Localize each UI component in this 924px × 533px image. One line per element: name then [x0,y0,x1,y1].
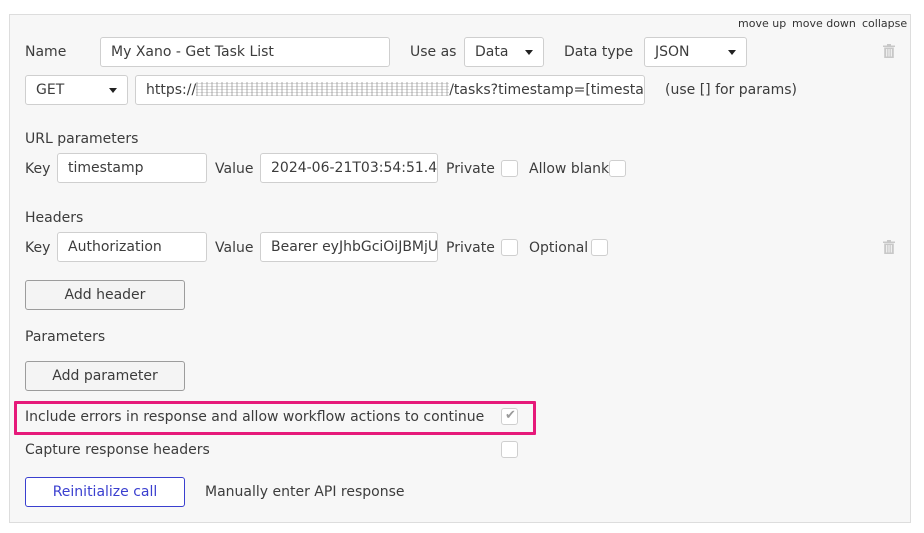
method-select[interactable]: GET [25,75,128,105]
chevron-down-icon [109,88,117,93]
data-type-value: JSON [655,44,690,60]
url-param-private-label: Private [446,161,495,177]
url-prefix: https:// [146,82,197,98]
name-label: Name [25,44,67,60]
header-private-label: Private [446,240,495,256]
url-hint: (use [] for params) [665,82,797,98]
header-value-input[interactable]: Bearer eyJhbGciOiJBMjU2 [260,232,438,262]
allow-blank-checkbox[interactable] [609,160,626,177]
url-param-key-input[interactable]: timestamp [57,153,207,183]
url-parameters-title: URL parameters [25,131,139,147]
use-as-label: Use as [410,44,457,60]
trash-icon[interactable] [883,240,895,254]
chevron-down-icon [525,50,533,55]
add-parameter-button[interactable]: Add parameter [25,361,185,391]
use-as-value: Data [475,44,509,60]
headers-title: Headers [25,210,84,226]
method-value: GET [36,82,65,98]
allow-blank-label: Allow blank [529,161,610,177]
capture-headers-checkbox[interactable] [501,441,518,458]
optional-checkbox[interactable] [591,239,608,256]
manual-response-link[interactable]: Manually enter API response [205,483,404,501]
data-type-label: Data type [564,44,634,60]
use-as-select[interactable]: Data [464,37,544,67]
url-param-value-label: Value [215,161,254,177]
include-errors-label: Include errors in response and allow wor… [25,409,485,425]
include-errors-checkbox[interactable]: ✔ [501,408,518,425]
reinitialize-call-button[interactable]: Reinitialize call [25,477,185,507]
url-suffix: /tasks?timestamp=[timestamp [449,82,645,98]
header-key-label: Key [25,240,51,256]
parameters-title: Parameters [25,329,106,345]
trash-icon[interactable] [883,44,895,58]
add-header-button[interactable]: Add header [25,280,185,310]
move-up-link[interactable]: move up [738,17,786,30]
name-input[interactable]: My Xano - Get Task List [100,37,390,67]
capture-headers-label: Capture response headers [25,442,210,458]
url-input[interactable]: https:// /tasks?timestamp=[timestamp [135,75,645,105]
optional-label: Optional [529,240,589,256]
check-icon: ✔ [505,408,516,423]
url-param-key-label: Key [25,161,51,177]
url-param-private-checkbox[interactable] [501,160,518,177]
data-type-select[interactable]: JSON [644,37,747,67]
url-param-value-input[interactable]: 2024-06-21T03:54:51.485 [260,153,438,183]
move-down-link[interactable]: move down [792,17,856,30]
redacted-url-segment [196,82,450,96]
header-key-input[interactable]: Authorization [57,232,207,262]
header-private-checkbox[interactable] [501,239,518,256]
header-value-label: Value [215,240,254,256]
chevron-down-icon [728,50,736,55]
collapse-link[interactable]: collapse [862,17,907,30]
